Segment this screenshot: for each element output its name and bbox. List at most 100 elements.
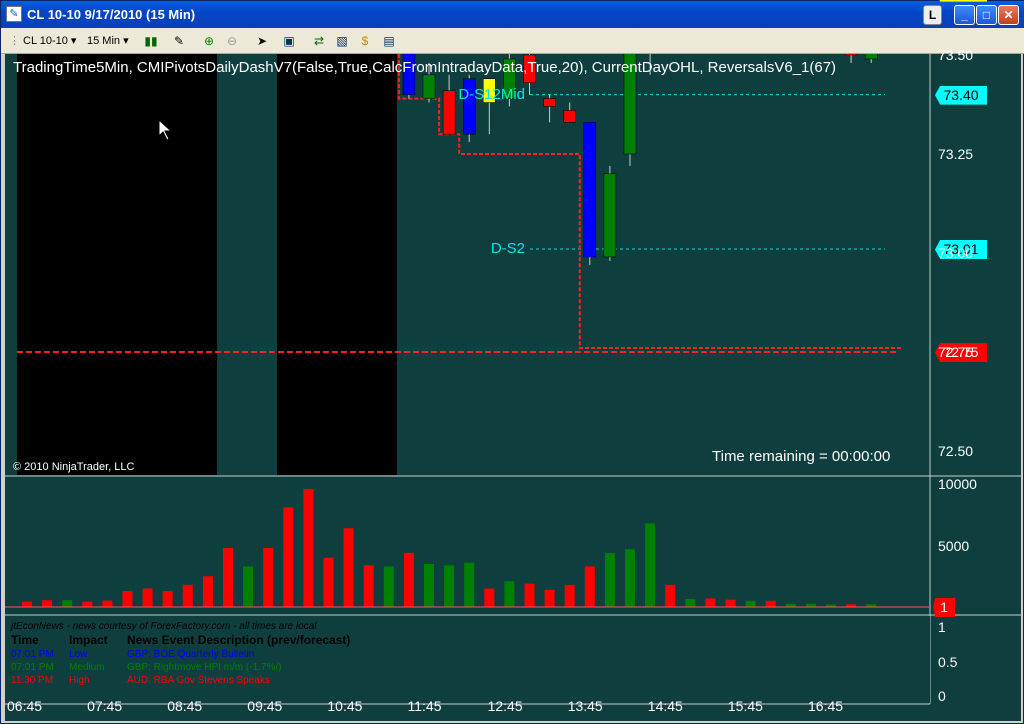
title-bar[interactable]: ✎ CL 10-10 9/17/2010 (15 Min) L _ □ ✕ (1, 1, 1024, 28)
volume-bar (765, 600, 776, 607)
volume-bar (303, 488, 314, 607)
news-desc: GBP: Rightmove HPI m/m (-1.7%/) (127, 662, 282, 673)
indicator-header: TradingTime5Min, CMIPivotsDailyDashV7(Fa… (13, 59, 837, 76)
price-axis-label: 72.50 (938, 443, 974, 459)
chart-toolbar: ⋮ CL 10-10 ▾ 15 Min ▾ ▮▮ ✎ ⊕ ⊖ ➤ ▣ ⇄ ▧ $… (1, 28, 1024, 54)
draw-tool-icon[interactable]: ✎ (171, 33, 187, 49)
volume-bar (685, 599, 696, 607)
properties-icon[interactable]: ▣ (281, 33, 297, 49)
bar-style-icon[interactable]: ▮▮ (143, 33, 159, 49)
candle-body (442, 90, 456, 135)
volume-bar (564, 584, 575, 607)
candle-body (844, 54, 858, 56)
chart-window: ✎ CL 10-10 9/17/2010 (15 Min) L _ □ ✕ ⋮ … (0, 0, 1024, 724)
time-axis-label: 08:45 (167, 698, 203, 714)
chart-app-icon: ✎ (6, 6, 22, 22)
volume-bar (665, 584, 676, 607)
volume-bar (363, 565, 374, 607)
cursor-icon[interactable]: ➤ (254, 33, 270, 49)
indicators-icon[interactable]: ⇄ (311, 33, 327, 49)
news-time: 11:30 PM (11, 675, 54, 686)
maximize-icon[interactable]: □ (976, 5, 997, 25)
volume-bar (323, 557, 334, 607)
strategies-icon[interactable]: ▧ (334, 33, 350, 49)
price-axis-label: 73.00 (938, 245, 974, 261)
volume-bar (464, 562, 475, 607)
news-time: 07:01 PM (11, 662, 54, 673)
volume-bar (142, 588, 153, 607)
volume-bar (22, 601, 32, 607)
interval-selector[interactable]: 15 Min ▾ (87, 32, 129, 50)
interval-label: 15 Min (87, 35, 121, 47)
news-header-desc: News Event Description (prev/forecast) (127, 633, 351, 647)
close-icon[interactable]: ✕ (998, 5, 1019, 25)
news-desc: GBP: BOE Quarterly Bulletin (127, 649, 255, 660)
volume-bar (343, 528, 354, 607)
time-axis-label: 11:45 (407, 698, 442, 714)
session-bg-3 (277, 54, 397, 475)
level-label-d_s12mid: D-S12Mid (458, 85, 525, 103)
volume-bar (62, 600, 73, 607)
volume-bar (584, 566, 595, 607)
time-axis-label: 15:45 (727, 698, 763, 714)
time-axis-label: 14:45 (647, 698, 683, 714)
volume-bar (383, 566, 394, 607)
volume-axis-label: 5000 (938, 537, 970, 554)
volume-bar (403, 552, 414, 607)
volume-bar (625, 549, 635, 607)
news-axis-label: 0.5 (938, 654, 958, 670)
volume-axis-label: 10000 (938, 476, 977, 492)
volume-bar (283, 507, 294, 607)
copyright: © 2010 NinjaTrader, LLC (13, 461, 135, 473)
time-axis-label: 07:45 (87, 698, 123, 714)
time-axis-label: 12:45 (487, 698, 523, 714)
price-tag: 73.40 (935, 85, 987, 105)
news-time: 07:01 PM (11, 649, 54, 660)
window-title: CL 10-10 9/17/2010 (15 Min) (27, 7, 196, 22)
minimize-icon[interactable]: _ (954, 5, 975, 25)
candle-body (864, 54, 878, 60)
news-desc: AUD: RBA Gov Stevens Speaks (127, 675, 270, 686)
time-axis-label: 16:45 (808, 698, 844, 714)
volume-bar (223, 547, 233, 607)
news-impact: High (69, 675, 90, 686)
volume-bar (544, 589, 555, 607)
news-axis-label: 0 (938, 688, 946, 704)
time-axis-label: 09:45 (247, 698, 283, 714)
toolbar-grip[interactable]: ⋮ (9, 32, 20, 50)
volume-bar (705, 598, 716, 607)
time-axis-label: 10:45 (327, 698, 363, 714)
candle-body (422, 74, 436, 99)
news-header-impact: Impact (69, 633, 108, 647)
volume-bar (504, 581, 515, 607)
session-bg-2 (217, 54, 277, 475)
volume-bar (82, 601, 93, 607)
volume-bar (263, 547, 274, 607)
volume-bar (484, 588, 495, 607)
price-tag: 73.66 (935, 0, 987, 2)
candle-body (583, 122, 597, 258)
time-axis-label: 06:45 (7, 698, 43, 714)
zoom-out-icon[interactable]: ⊖ (224, 33, 240, 49)
chart-panel[interactable]: TradingTime5Min, CMIPivotsDailyDashV7(Fa… (5, 0, 1021, 721)
news-axis-label: 1 (938, 619, 946, 635)
time-remaining: Time remaining = 00:00:00 (712, 448, 891, 465)
money-icon[interactable]: $ (357, 33, 373, 49)
volume-bar (243, 566, 254, 607)
news-source: jtEconNews - news courtesy of ForexFacto… (11, 621, 317, 632)
volume-bar (162, 591, 173, 607)
link-button[interactable]: L (923, 5, 942, 25)
news-impact: Low (69, 649, 88, 660)
news-impact: Medium (69, 662, 105, 673)
volume-bar (645, 523, 656, 607)
zoom-in-icon[interactable]: ⊕ (201, 33, 217, 49)
candle-body (603, 173, 617, 258)
candle-body (543, 98, 556, 107)
instrument-selector[interactable]: CL 10-10 ▾ (23, 32, 76, 50)
data-box-icon[interactable]: ▤ (381, 33, 397, 49)
instrument-label: CL 10-10 (23, 35, 68, 47)
volume-bar (604, 552, 615, 607)
volume-bar (725, 599, 736, 607)
volume-bar (745, 600, 756, 607)
price-axis-label: 72.75 (938, 344, 974, 360)
